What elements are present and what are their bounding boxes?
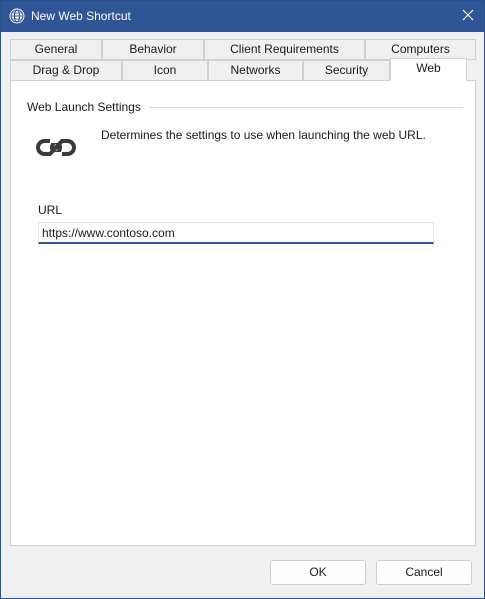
window-title: New Web Shortcut — [31, 9, 131, 23]
close-button[interactable] — [452, 1, 484, 32]
group-title: Web Launch Settings — [27, 100, 141, 114]
close-icon — [462, 9, 474, 24]
description-text: Determines the settings to use when laun… — [101, 128, 426, 142]
tab-drag-drop[interactable]: Drag & Drop — [10, 60, 122, 81]
tab-behavior[interactable]: Behavior — [102, 39, 204, 60]
tab-web[interactable]: Web — [390, 58, 467, 81]
tab-security[interactable]: Security — [303, 60, 390, 81]
title-bar: New Web Shortcut — [1, 1, 484, 32]
tab-networks[interactable]: Networks — [208, 60, 303, 81]
cancel-button[interactable]: Cancel — [376, 560, 472, 585]
group-divider — [149, 107, 463, 108]
url-label: URL — [38, 203, 63, 217]
globe-icon — [9, 8, 25, 24]
url-input[interactable] — [38, 222, 434, 244]
tab-client-requirements[interactable]: Client Requirements — [204, 39, 365, 60]
tab-computers[interactable]: Computers — [365, 39, 476, 60]
web-settings-panel: Web Launch Settings Determines the setti… — [10, 80, 476, 546]
tab-icon[interactable]: Icon — [122, 60, 208, 81]
link-icon — [36, 134, 76, 162]
dialog-footer: OK Cancel — [1, 547, 484, 598]
tab-strip: General Behavior Client Requirements Com… — [10, 39, 476, 81]
tab-general[interactable]: General — [10, 39, 102, 60]
ok-button[interactable]: OK — [270, 560, 366, 585]
dialog-window: New Web Shortcut General Behavior Client… — [0, 0, 485, 599]
